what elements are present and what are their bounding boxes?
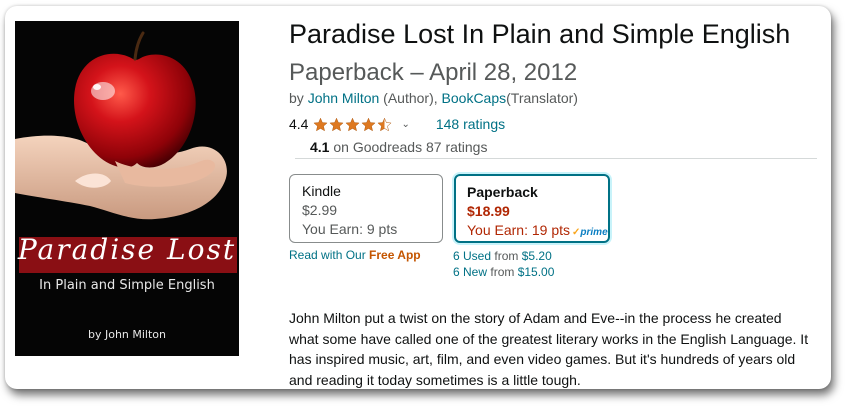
book-cover-image[interactable]: Paradise Lost In Plain and Simple Englis…	[15, 21, 239, 356]
used-offers-row: 6 Used from $5.20	[453, 248, 554, 264]
goodreads-source: on Goodreads	[333, 139, 423, 155]
star-full-icon	[345, 117, 361, 131]
translator-role: (Translator)	[506, 90, 578, 106]
offers-list: 6 Used from $5.20 6 New from $15.00	[453, 248, 554, 280]
byline-prefix: by	[289, 90, 304, 106]
star-full-icon	[361, 117, 377, 131]
translator-link[interactable]: BookCaps	[442, 90, 507, 106]
product-title-text: Paradise Lost In Plain and Simple Englis…	[289, 19, 791, 49]
earn-points-text: You Earn: 19 pts	[467, 222, 571, 238]
cover-subtitle: In Plain and Simple English	[39, 278, 215, 293]
chevron-down-icon[interactable]: ⌄	[401, 119, 409, 130]
format-earn-points: You Earn: 9 pts	[302, 221, 398, 237]
format-earn-points: You Earn: 19 pts ✓prime	[467, 221, 608, 242]
format-price: $2.99	[302, 202, 338, 218]
byline: by John Milton (Author), BookCaps(Transl…	[289, 90, 578, 106]
rating-value: 4.4	[289, 116, 309, 132]
rating-row: 4.4 ⌄ 148 ratings	[289, 114, 505, 134]
prime-badge-icon: ✓prime	[572, 227, 608, 238]
product-format-date: Paperback – April 28, 2012	[289, 59, 578, 86]
used-price-link[interactable]: $5.20	[522, 249, 552, 263]
author-link[interactable]: John Milton	[308, 90, 380, 106]
format-name: Paperback	[467, 184, 538, 200]
author-role: (Author),	[383, 90, 438, 106]
apple-in-hand-illustration	[15, 31, 227, 220]
new-offers-row: 6 New from $15.00	[453, 264, 554, 280]
goodreads-count[interactable]: 87 ratings	[426, 139, 487, 155]
goodreads-rating: 4.1 on Goodreads 87 ratings	[295, 139, 817, 159]
product-description: John Milton put a twist on the story of …	[289, 310, 809, 388]
star-rating[interactable]	[313, 117, 393, 132]
star-full-icon	[313, 117, 329, 131]
used-offers-link[interactable]: 6 Used	[453, 249, 491, 263]
format-price: $18.99	[467, 203, 510, 219]
product-card: Paradise Lost In Plain and Simple Englis…	[5, 6, 831, 389]
prime-badge-label: prime	[580, 227, 608, 238]
free-app-link[interactable]: Free App	[369, 248, 421, 262]
ratings-count-link[interactable]: 148 ratings	[436, 116, 505, 132]
new-from-text: from	[490, 265, 515, 279]
star-full-icon	[329, 117, 345, 131]
used-from-text: from	[494, 249, 519, 263]
cover-author: by John Milton	[87, 328, 167, 341]
read-with-free-app[interactable]: Read with Our Free App	[289, 248, 421, 262]
format-name: Kindle	[302, 183, 341, 199]
cover-title: Paradise Lost	[17, 233, 237, 266]
format-option-kindle[interactable]: Kindle $2.99 You Earn: 9 pts	[289, 174, 443, 243]
format-option-paperback[interactable]: Paperback $18.99 You Earn: 19 pts ✓prime	[454, 174, 610, 243]
star-half-icon	[377, 117, 393, 131]
new-price-link[interactable]: $15.00	[518, 265, 555, 279]
goodreads-score: 4.1	[310, 139, 330, 155]
free-app-prefix: Read with Our	[289, 248, 366, 262]
new-offers-link[interactable]: 6 New	[453, 265, 487, 279]
product-title: Paradise Lost In Plain and Simple Englis…	[289, 16, 829, 91]
